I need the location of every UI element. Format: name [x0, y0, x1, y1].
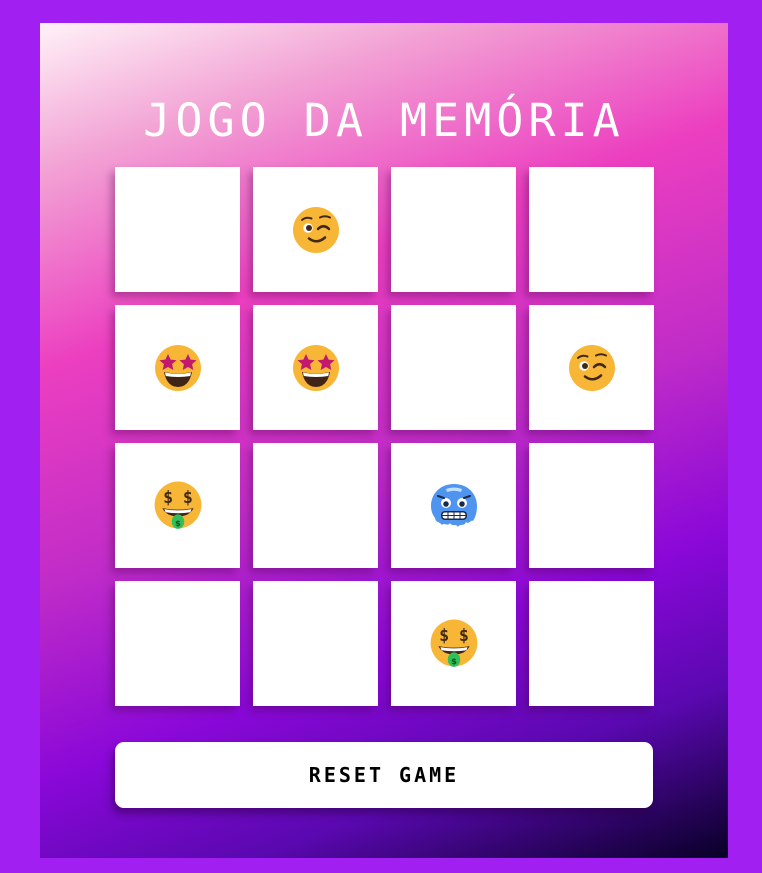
- money-mouth-face-icon: $ $ $: [430, 619, 477, 667]
- star-struck-face-icon: [292, 344, 339, 391]
- memory-card-r3-c2[interactable]: [253, 443, 378, 568]
- memory-card-r1-c2[interactable]: [253, 167, 378, 292]
- memory-card-r2-c4[interactable]: [529, 305, 654, 430]
- svg-text:$: $: [163, 487, 173, 506]
- game-panel: JOGO DA MEMÓRIA $ $ $ $ $ $ RESET GAME: [40, 23, 728, 858]
- memory-card-r4-c2[interactable]: [253, 581, 378, 706]
- memory-card-r3-c4[interactable]: [529, 443, 654, 568]
- svg-text:$: $: [458, 625, 468, 644]
- cold-face-icon: [430, 483, 477, 527]
- winking-face-icon: [292, 206, 339, 253]
- memory-card-r1-c3[interactable]: [391, 167, 516, 292]
- memory-card-r4-c4[interactable]: [529, 581, 654, 706]
- svg-text:$: $: [439, 625, 449, 644]
- reset-game-button[interactable]: RESET GAME: [115, 742, 653, 808]
- memory-card-r2-c2[interactable]: [253, 305, 378, 430]
- svg-text:$: $: [175, 517, 181, 527]
- memory-card-r4-c3[interactable]: $ $ $: [391, 581, 516, 706]
- memory-card-r2-c1[interactable]: [115, 305, 240, 430]
- winking-face-icon: [568, 344, 615, 391]
- memory-card-r1-c1[interactable]: [115, 167, 240, 292]
- money-mouth-face-icon: $ $ $: [154, 481, 201, 529]
- memory-card-r4-c1[interactable]: [115, 581, 240, 706]
- card-grid: $ $ $ $ $ $: [115, 167, 654, 706]
- memory-card-r1-c4[interactable]: [529, 167, 654, 292]
- memory-card-r3-c1[interactable]: $ $ $: [115, 443, 240, 568]
- svg-text:$: $: [182, 487, 192, 506]
- svg-text:$: $: [451, 655, 457, 665]
- memory-card-r3-c3[interactable]: [391, 443, 516, 568]
- page-title: JOGO DA MEMÓRIA: [143, 94, 625, 147]
- memory-card-r2-c3[interactable]: [391, 305, 516, 430]
- star-struck-face-icon: [154, 344, 201, 391]
